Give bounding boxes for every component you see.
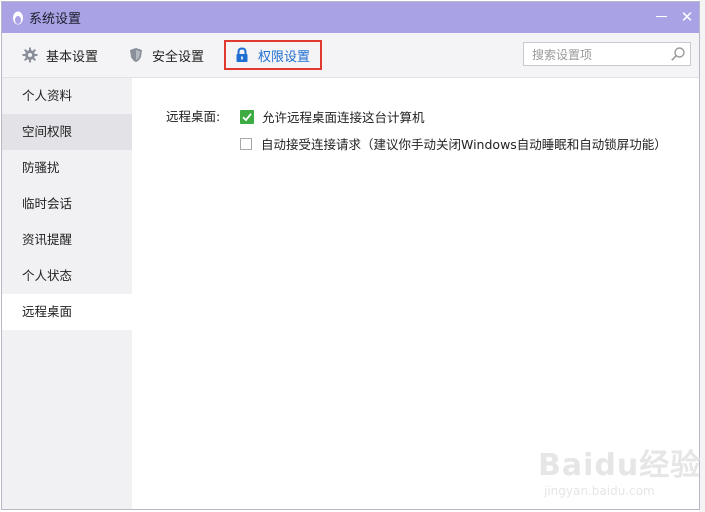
lock-icon [236, 47, 248, 62]
sidebar-item-remote-desktop[interactable]: 远程桌面 [2, 294, 132, 330]
sidebar-item-personal-status[interactable]: 个人状态 [2, 258, 132, 294]
auto-accept-connection-text: 自动接受连接请求（建议你手动关闭Windows自动睡眠和自动锁屏功能） [261, 137, 667, 152]
allow-remote-desktop-option[interactable]: 允许远程桌面连接这台计算机 [240, 107, 425, 126]
remote-desktop-label: 远程桌面: [166, 109, 221, 124]
window-title: 系统设置 [29, 12, 82, 27]
watermark-logo: Baidu经验 [538, 448, 702, 483]
checkbox-unchecked[interactable] [240, 137, 252, 150]
sidebar-item-profile[interactable]: 个人资料 [2, 78, 132, 114]
minimize-button[interactable]: － [654, 10, 669, 25]
settings-search[interactable] [523, 42, 691, 66]
tab-security-settings[interactable]: 安全设置 [128, 40, 204, 70]
settings-sidebar: 个人资料 空间权限 防骚扰 临时会话 资讯提醒 个人状态 远程桌面 [2, 78, 132, 509]
shield-icon [130, 48, 142, 62]
watermark-url: jingyan.baidu.com [544, 484, 655, 498]
title-bar[interactable]: 系统设置 － ✕ [2, 2, 699, 33]
sidebar-item-news-alerts[interactable]: 资讯提醒 [2, 222, 132, 258]
baidu-jingyan-watermark: Baidu经验 jingyan.baidu.com [538, 440, 701, 498]
tab-security-settings-label: 安全设置 [152, 49, 205, 65]
gear-icon [22, 47, 38, 63]
tab-basic-settings[interactable]: 基本设置 [22, 40, 98, 70]
settings-window: 系统设置 － ✕ 基本设置 安全设置 权限设置 搜索设置项 个人资料 空间权限 … [1, 1, 700, 510]
sidebar-item-anti-harassment[interactable]: 防骚扰 [2, 150, 132, 186]
close-button[interactable]: ✕ [680, 10, 694, 25]
penguin-icon [13, 11, 23, 24]
tab-permission-settings-label: 权限设置 [258, 49, 311, 65]
allow-remote-desktop-text: 允许远程桌面连接这台计算机 [262, 110, 425, 125]
auto-accept-connection-option[interactable]: 自动接受连接请求（建议你手动关闭Windows自动睡眠和自动锁屏功能） [240, 134, 667, 153]
checkbox-checked-icon[interactable] [240, 109, 254, 124]
search-icon[interactable] [670, 46, 686, 62]
tab-permission-settings[interactable]: 权限设置 [224, 40, 323, 70]
sidebar-item-temporary-chat[interactable]: 临时会话 [2, 186, 132, 222]
tab-basic-settings-label: 基本设置 [46, 49, 99, 65]
sidebar-item-space-permissions[interactable]: 空间权限 [2, 114, 132, 150]
search-input[interactable] [530, 44, 669, 66]
settings-toolbar: 基本设置 安全设置 权限设置 [2, 33, 699, 78]
